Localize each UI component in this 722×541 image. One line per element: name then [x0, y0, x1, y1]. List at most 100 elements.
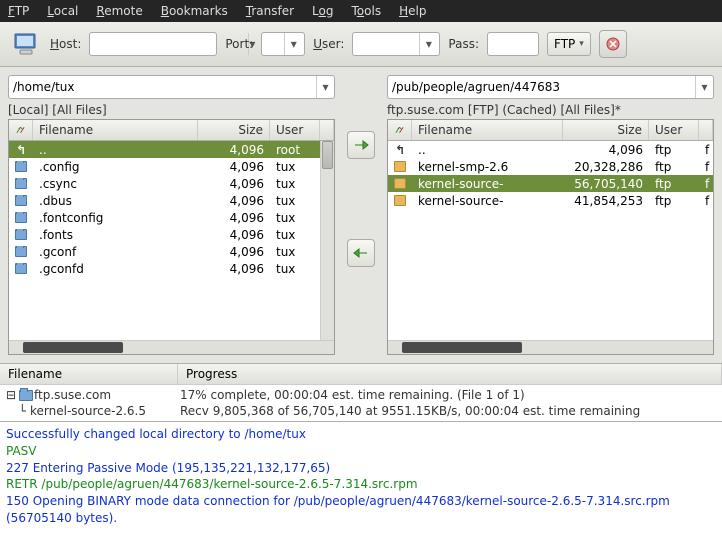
- file-name: .fonts: [33, 228, 198, 242]
- log-line: 227 Entering Passive Mode (195,135,221,1…: [6, 460, 716, 477]
- user-combo[interactable]: ▾: [352, 32, 440, 56]
- file-name: .fontconfig: [33, 211, 198, 225]
- port-label: Port:: [225, 37, 253, 51]
- port-combo[interactable]: ▾: [261, 32, 305, 56]
- transfer-progress-column[interactable]: Progress: [178, 364, 722, 384]
- file-name: ..: [412, 143, 563, 157]
- sort-icon-column[interactable]: [9, 120, 33, 140]
- file-icon: [388, 195, 412, 206]
- host-label: Host:: [50, 37, 81, 51]
- remote-status: ftp.suse.com [FTP] (Cached) [All Files]*: [387, 101, 714, 119]
- list-item[interactable]: ↰..4,096ftpf: [388, 141, 713, 158]
- list-item[interactable]: ↰..4,096root: [9, 141, 334, 158]
- file-icon: ↰: [388, 143, 412, 157]
- log-pane[interactable]: Successfully changed local directory to …: [0, 421, 722, 541]
- local-path-input[interactable]: [9, 76, 316, 98]
- file-user: tux: [270, 160, 320, 174]
- file-size: 4,096: [198, 262, 270, 276]
- file-user: ftp: [649, 160, 699, 174]
- file-extra: f: [699, 143, 713, 157]
- remote-path-input[interactable]: [388, 76, 695, 98]
- host-icon: [18, 390, 34, 401]
- chevron-down-icon[interactable]: ▾: [316, 76, 334, 98]
- local-list-body[interactable]: ↰..4,096root.config4,096tux.csync4,096tu…: [9, 141, 334, 340]
- file-name: kernel-source-: [412, 194, 563, 208]
- connection-toolbar: Host: ▾ Port: ▾ User: ▾ Pass: FTP ▾: [0, 22, 722, 67]
- file-panes: ▾ [Local] [All Files] Filename Size User…: [0, 67, 722, 363]
- file-name: .dbus: [33, 194, 198, 208]
- port-input[interactable]: [262, 33, 284, 55]
- file-user: tux: [270, 245, 320, 259]
- file-user: tux: [270, 194, 320, 208]
- vertical-scrollbar[interactable]: [320, 141, 334, 340]
- list-item[interactable]: kernel-source-41,854,253ftpf: [388, 192, 713, 209]
- upload-button[interactable]: [347, 131, 375, 159]
- local-status: [Local] [All Files]: [8, 101, 335, 119]
- file-extra: f: [699, 177, 713, 191]
- size-column[interactable]: Size: [563, 120, 649, 140]
- menu-help[interactable]: Help: [399, 4, 426, 18]
- filename-column[interactable]: Filename: [33, 120, 198, 140]
- file-user: tux: [270, 262, 320, 276]
- file-name: ..: [33, 143, 198, 157]
- file-name: .gconf: [33, 245, 198, 259]
- file-icon: [388, 161, 412, 172]
- list-item[interactable]: .gconfd4,096tux: [9, 260, 334, 277]
- remote-path-combo[interactable]: ▾: [387, 75, 714, 99]
- local-path-combo[interactable]: ▾: [8, 75, 335, 99]
- tree-toggle-icon[interactable]: ⊟: [6, 388, 18, 402]
- remote-list-header: Filename Size User: [388, 120, 713, 141]
- transfer-filename: kernel-source-2.6.5: [30, 404, 180, 418]
- menu-tools[interactable]: Tools: [352, 4, 382, 18]
- file-size: 41,854,253: [563, 194, 649, 208]
- stop-button[interactable]: [599, 30, 627, 58]
- extra-column[interactable]: [699, 120, 713, 140]
- transfer-file-row[interactable]: └ kernel-source-2.6.5 Recv 9,805,368 of …: [6, 403, 716, 419]
- chevron-down-icon[interactable]: ▾: [695, 76, 713, 98]
- protocol-combo[interactable]: FTP ▾: [547, 32, 591, 56]
- list-item[interactable]: kernel-smp-2.620,328,286ftpf: [388, 158, 713, 175]
- user-input[interactable]: [353, 33, 419, 55]
- menu-log[interactable]: Log: [312, 4, 333, 18]
- list-item[interactable]: .csync4,096tux: [9, 175, 334, 192]
- menu-transfer[interactable]: Transfer: [246, 4, 294, 18]
- remote-pane: ▾ ftp.suse.com [FTP] (Cached) [All Files…: [387, 75, 714, 355]
- file-icon: [388, 178, 412, 189]
- chevron-down-icon[interactable]: ▾: [419, 33, 437, 55]
- protocol-label: FTP: [554, 37, 575, 51]
- list-item[interactable]: .dbus4,096tux: [9, 192, 334, 209]
- list-item[interactable]: .fontconfig4,096tux: [9, 209, 334, 226]
- menu-remote[interactable]: Remote: [96, 4, 142, 18]
- file-size: 4,096: [198, 211, 270, 225]
- file-size: 4,096: [198, 143, 270, 157]
- file-icon: [9, 195, 33, 206]
- log-line: Successfully changed local directory to …: [6, 426, 716, 443]
- user-column[interactable]: User: [649, 120, 699, 140]
- remote-list-body[interactable]: ↰..4,096ftpfkernel-smp-2.620,328,286ftpf…: [388, 141, 713, 340]
- sort-icon-column[interactable]: [388, 120, 412, 140]
- file-user: tux: [270, 211, 320, 225]
- pass-input[interactable]: [487, 32, 539, 56]
- horizontal-scrollbar[interactable]: [388, 340, 713, 354]
- menu-bookmarks[interactable]: Bookmarks: [161, 4, 228, 18]
- list-item[interactable]: .config4,096tux: [9, 158, 334, 175]
- extra-column[interactable]: [320, 120, 334, 140]
- download-button[interactable]: [347, 239, 375, 267]
- user-label: User:: [313, 37, 344, 51]
- menu-local[interactable]: Local: [47, 4, 78, 18]
- file-user: ftp: [649, 194, 699, 208]
- transfer-filename-column[interactable]: Filename: [0, 364, 178, 384]
- list-item[interactable]: .fonts4,096tux: [9, 226, 334, 243]
- menu-ftp[interactable]: FTP: [8, 4, 29, 18]
- transfer-detail: Recv 9,805,368 of 56,705,140 at 9551.15K…: [180, 404, 640, 418]
- transfer-queue: Filename Progress ⊟ ftp.suse.com 17% com…: [0, 363, 722, 421]
- horizontal-scrollbar[interactable]: [9, 340, 334, 354]
- list-item[interactable]: .gconf4,096tux: [9, 243, 334, 260]
- transfer-host-row[interactable]: ⊟ ftp.suse.com 17% complete, 00:00:04 es…: [6, 387, 716, 403]
- filename-column[interactable]: Filename: [412, 120, 563, 140]
- user-column[interactable]: User: [270, 120, 320, 140]
- chevron-down-icon[interactable]: ▾: [284, 33, 302, 55]
- host-combo[interactable]: ▾: [89, 32, 217, 56]
- size-column[interactable]: Size: [198, 120, 270, 140]
- list-item[interactable]: kernel-source-56,705,140ftpf: [388, 175, 713, 192]
